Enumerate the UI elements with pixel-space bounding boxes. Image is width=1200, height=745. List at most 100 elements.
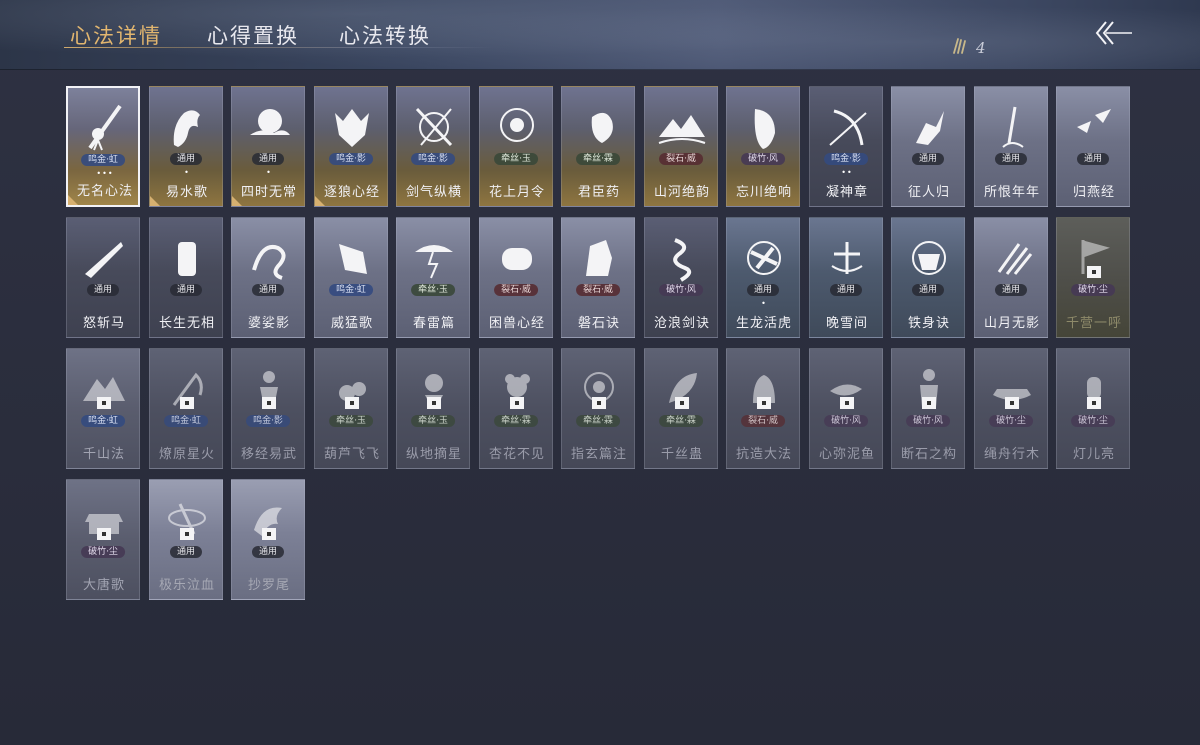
skill-card[interactable]: 通用 所恨年年: [974, 86, 1048, 207]
skill-card[interactable]: 通用 怒斩马: [66, 217, 140, 338]
skill-name: 征人归: [907, 185, 950, 200]
skill-card[interactable]: 通用 • 易水歌: [149, 86, 223, 207]
skill-card[interactable]: 通用 归燕经: [1056, 86, 1130, 207]
skill-name: 断石之构: [900, 447, 957, 462]
tab-insight-exchange[interactable]: 心得置换: [207, 20, 299, 50]
school-tag: 牵丝·霖: [494, 415, 538, 427]
skill-card[interactable]: 牵丝·霖杏花不见: [479, 348, 553, 469]
skill-card[interactable]: 裂石·威 山河绝韵: [644, 86, 718, 207]
skill-card[interactable]: 鸣金·影 剑气纵横: [396, 86, 470, 207]
lock-icon: [261, 526, 277, 540]
skill-name: 抄罗尾: [247, 578, 290, 593]
skill-card[interactable]: 牵丝·霖 指玄篇注: [561, 348, 635, 469]
lock-icon: [96, 526, 112, 540]
skill-card[interactable]: 通用 抄罗尾: [231, 479, 305, 600]
skill-card[interactable]: 通用 • 四时无常: [231, 86, 305, 207]
equipped-corner-icon: [68, 195, 78, 205]
skill-name: 四时无常: [240, 185, 297, 200]
skill-name: 移经易武: [240, 447, 297, 462]
lock-icon: [756, 395, 772, 409]
top-bar: 心法详情 心得置换 心法转换 4: [0, 0, 1200, 70]
skill-card[interactable]: 通用 • 生龙活虎: [726, 217, 800, 338]
school-tag: 通用: [911, 153, 945, 165]
skill-card[interactable]: 牵丝·玉 春雷篇: [396, 217, 470, 338]
skill-card[interactable]: 通用 铁身诀: [891, 217, 965, 338]
school-tag: 通用: [911, 284, 945, 296]
skill-card[interactable]: 牵丝·玉 葫芦飞飞: [314, 348, 388, 469]
skill-card[interactable]: 破竹·尘大唐歌: [66, 479, 140, 600]
skill-name: 磐石诀: [577, 316, 620, 331]
skill-card[interactable]: 牵丝·霖 千丝蛊: [644, 348, 718, 469]
school-tag: 牵丝·霖: [576, 153, 620, 165]
skill-card[interactable]: 裂石·威磐石诀: [561, 217, 635, 338]
school-tag: 破竹·风: [741, 153, 785, 165]
school-tag: 通用: [251, 284, 285, 296]
lock-icon: [509, 395, 525, 409]
school-tag: 破竹·尘: [1071, 415, 1115, 427]
skill-name: 君臣药: [577, 185, 620, 200]
skill-card[interactable]: 鸣金·虹 千山法: [66, 348, 140, 469]
skill-name: 千丝蛊: [660, 447, 703, 462]
skill-name: 长生无相: [158, 316, 215, 331]
skill-card[interactable]: 裂石·威 困兽心经: [479, 217, 553, 338]
tab-underline: [64, 47, 494, 48]
skill-card[interactable]: 破竹·尘 千营一呼: [1056, 217, 1130, 338]
skill-card[interactable]: 通用 山月无影: [974, 217, 1048, 338]
skill-card[interactable]: 鸣金·虹 威猛歌: [314, 217, 388, 338]
skill-name: 逐狼心经: [323, 185, 380, 200]
equipped-corner-icon: [232, 196, 242, 206]
skill-card[interactable]: 鸣金·影 逐狼心经: [314, 86, 388, 207]
skill-card[interactable]: 破竹·风 沧浪剑诀: [644, 217, 718, 338]
tab-skill-convert[interactable]: 心法转换: [339, 20, 431, 50]
skill-card[interactable]: 通用 长生无相: [149, 217, 223, 338]
skill-card[interactable]: 破竹·风 忘川绝响: [726, 86, 800, 207]
back-button[interactable]: [1092, 18, 1134, 48]
school-tag: 通用: [86, 284, 120, 296]
school-tag: 破竹·尘: [989, 415, 1033, 427]
skill-name: 所恨年年: [983, 185, 1040, 200]
skill-card[interactable]: 破竹·风 心弥泥鱼: [809, 348, 883, 469]
school-tag: 破竹·尘: [81, 546, 125, 558]
skill-name: 春雷篇: [412, 316, 455, 331]
school-tag: 裂石·威: [494, 284, 538, 296]
skill-card[interactable]: 鸣金·虹 燎原星火: [149, 348, 223, 469]
skill-card[interactable]: 牵丝·霖君臣药: [561, 86, 635, 207]
skill-name: 纵地摘星: [405, 447, 462, 462]
skill-name: 花上月令: [488, 185, 545, 200]
equipped-corner-icon: [150, 196, 160, 206]
school-tag: 裂石·威: [576, 284, 620, 296]
skill-card[interactable]: 通用 晚雪间: [809, 217, 883, 338]
skill-card[interactable]: 牵丝·玉 花上月令: [479, 86, 553, 207]
skill-name: 灯儿亮: [1072, 447, 1115, 462]
skill-card[interactable]: 破竹·风断石之构: [891, 348, 965, 469]
school-tag: 通用: [829, 284, 863, 296]
lock-icon: [921, 395, 937, 409]
currency-value: 4: [976, 39, 986, 57]
level-dots: •: [266, 168, 272, 177]
skill-card[interactable]: 通用 极乐泣血: [149, 479, 223, 600]
skill-card[interactable]: 裂石·威 抗造大法: [726, 348, 800, 469]
school-tag: 鸣金·虹: [164, 415, 208, 427]
skill-card[interactable]: 鸣金·影 •• 凝神章: [809, 86, 883, 207]
level-dots: •: [184, 168, 190, 177]
skill-card[interactable]: 通用 婆娑影: [231, 217, 305, 338]
skill-card[interactable]: 鸣金·影 移经易武: [231, 348, 305, 469]
school-tag: 破竹·风: [906, 415, 950, 427]
tab-skill-details[interactable]: 心法详情: [70, 20, 162, 50]
skill-card[interactable]: 通用 征人归: [891, 86, 965, 207]
school-tag: 鸣金·虹: [81, 154, 125, 166]
skill-name: 杏花不见: [488, 447, 545, 462]
skill-name: 归燕经: [1072, 185, 1115, 200]
school-tag: 裂石·威: [741, 415, 785, 427]
skill-name: 无名心法: [76, 184, 133, 199]
skill-card[interactable]: 破竹·尘灯儿亮: [1056, 348, 1130, 469]
lock-icon: [179, 526, 195, 540]
skill-card[interactable]: 牵丝·玉 纵地摘星: [396, 348, 470, 469]
lock-icon: [839, 395, 855, 409]
level-dots: ••: [841, 168, 853, 177]
skill-name: 绳舟行木: [983, 447, 1040, 462]
skill-card[interactable]: 破竹·尘绳舟行木: [974, 348, 1048, 469]
skill-name: 剑气纵横: [405, 185, 462, 200]
skill-card[interactable]: 鸣金·虹 ••• 无名心法: [66, 86, 140, 207]
skill-name: 大唐歌: [82, 578, 125, 593]
